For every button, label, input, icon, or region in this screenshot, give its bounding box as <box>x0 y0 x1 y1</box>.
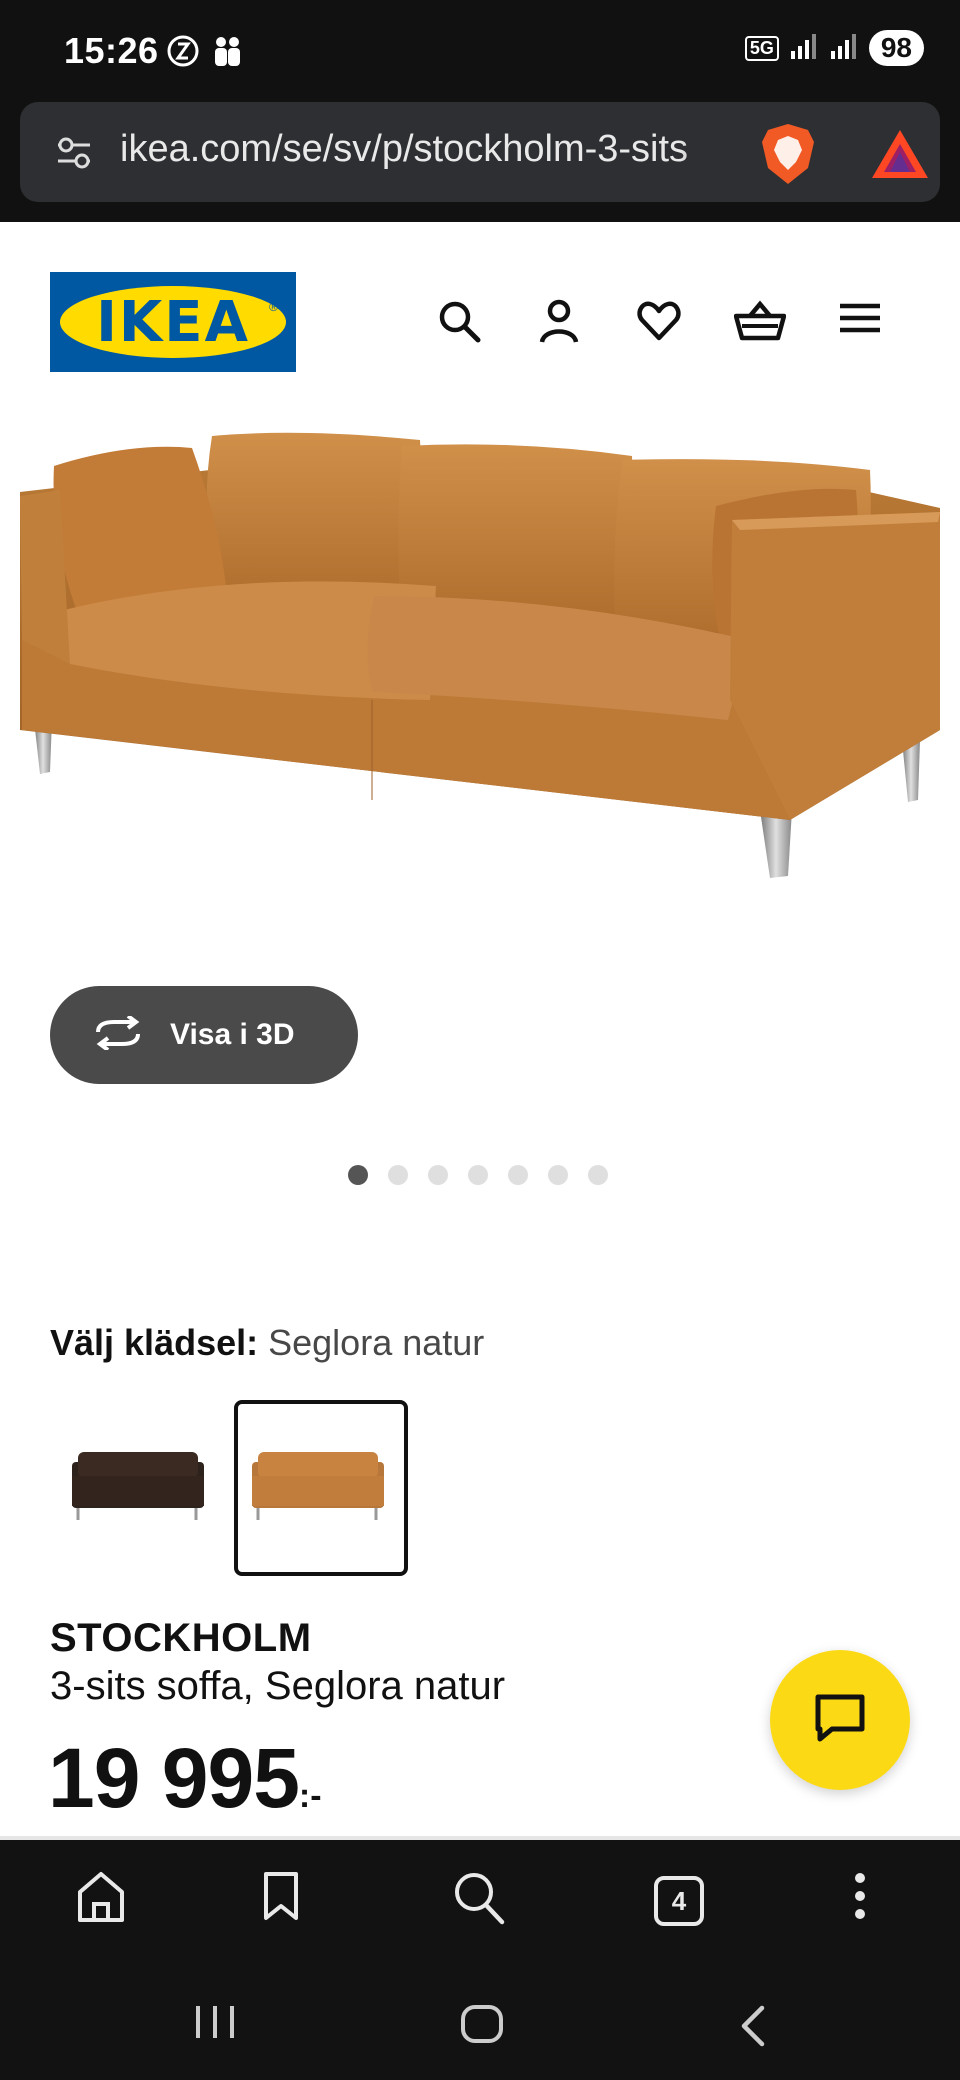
search-icon[interactable] <box>452 1870 506 1931</box>
price-amount: 19 995 <box>48 1731 300 1825</box>
signal-icon-2 <box>829 31 859 66</box>
battery-indicator: 98 <box>868 30 924 66</box>
chat-icon <box>814 1693 866 1748</box>
tabs-button[interactable]: 4 <box>654 1876 704 1926</box>
recent-apps-icon[interactable] <box>194 2004 236 2045</box>
product-name: STOCKHOLM <box>50 1616 312 1660</box>
product-image-sofa[interactable] <box>0 400 960 930</box>
carousel-dot-6[interactable] <box>548 1165 568 1185</box>
people-icon <box>210 34 244 73</box>
brave-shields-icon[interactable] <box>758 122 818 191</box>
home-icon[interactable] <box>76 1870 126 1929</box>
more-options-icon[interactable] <box>852 1870 868 1929</box>
search-icon[interactable] <box>436 298 482 349</box>
address-bar[interactable]: ikea.com/se/sv/p/stockholm-3-sits <box>20 102 940 202</box>
carousel-dot-7[interactable] <box>588 1165 608 1185</box>
fabric-swatch-dark-brown[interactable] <box>58 1400 232 1576</box>
product-price: 19 995:- <box>48 1730 322 1827</box>
system-navigation-bar <box>0 1960 960 2080</box>
status-bar: 15:26 5G 98 <box>0 0 960 100</box>
site-header: IKEA ® <box>0 222 960 392</box>
carousel-dot-2[interactable] <box>388 1165 408 1185</box>
data-saver-icon <box>166 34 200 73</box>
bookmark-icon[interactable] <box>262 1870 300 1929</box>
view-3d-label: Visa i 3D <box>170 1018 295 1051</box>
carousel-dot-4[interactable] <box>468 1165 488 1185</box>
account-icon[interactable] <box>536 298 582 349</box>
fabric-selected-value: Seglora natur <box>268 1322 485 1363</box>
carousel-dot-1[interactable] <box>348 1165 368 1185</box>
rotate-3d-icon <box>92 1013 144 1055</box>
price-suffix: :- <box>298 1777 322 1815</box>
carousel-dot-3[interactable] <box>428 1165 448 1185</box>
fabric-selector-heading: Välj klädsel: Seglora natur <box>50 1322 484 1364</box>
browser-bottom-toolbar: 4 <box>0 1840 960 1960</box>
signal-icon <box>789 31 819 66</box>
brave-rewards-icon[interactable] <box>870 128 930 185</box>
network-5g-icon: 5G <box>744 35 779 61</box>
ikea-logo[interactable]: IKEA ® <box>50 272 296 372</box>
heart-icon[interactable] <box>636 298 682 349</box>
back-icon[interactable] <box>736 2004 768 2053</box>
logo-text: IKEA <box>96 290 250 355</box>
browser-toolbar: ikea.com/se/sv/p/stockholm-3-sits <box>0 100 960 222</box>
home-button-icon[interactable] <box>460 2004 504 2049</box>
menu-icon[interactable] <box>838 298 882 343</box>
site-settings-icon[interactable] <box>56 136 92 175</box>
product-description: 3-sits soffa, Seglora natur <box>50 1664 506 1708</box>
status-time: 15:26 <box>64 30 159 71</box>
view-3d-button[interactable]: Visa i 3D <box>50 986 358 1084</box>
fabric-swatch-seglora-natur[interactable] <box>234 1400 408 1576</box>
url-text[interactable]: ikea.com/se/sv/p/stockholm-3-sits <box>120 128 740 171</box>
carousel-dot-5[interactable] <box>508 1165 528 1185</box>
chat-button[interactable] <box>770 1650 910 1790</box>
basket-icon[interactable] <box>733 298 787 349</box>
image-carousel-dots <box>348 1165 608 1185</box>
fabric-label: Välj klädsel: <box>50 1322 259 1363</box>
